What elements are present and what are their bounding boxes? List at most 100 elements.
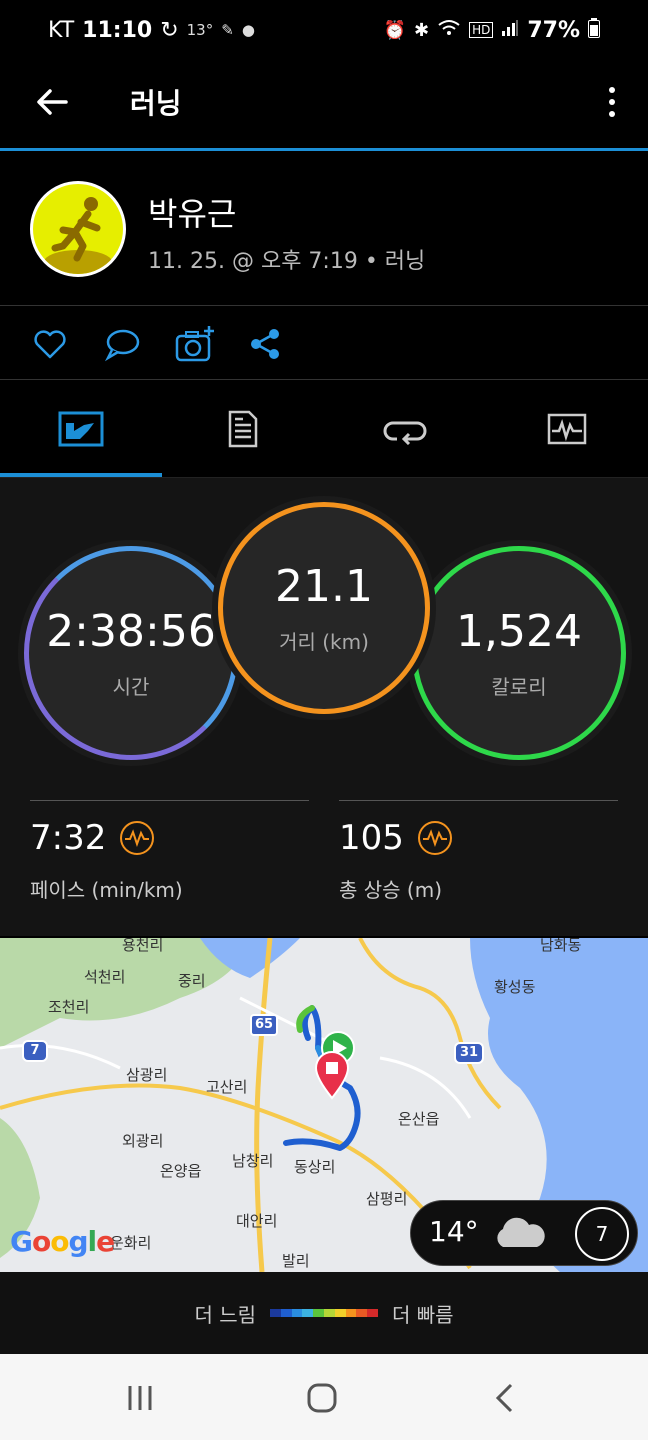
alarm-icon: ⏰ bbox=[383, 19, 406, 41]
temperature-label: 13° bbox=[186, 21, 214, 39]
wind-indicator: 7 bbox=[575, 1207, 629, 1261]
map-label: 황성동 bbox=[494, 978, 536, 996]
distance-label: 거리 (km) bbox=[279, 630, 369, 654]
pace-color-swatch bbox=[313, 1309, 324, 1317]
pace-color-swatch bbox=[270, 1309, 281, 1317]
comment-button[interactable] bbox=[102, 324, 142, 364]
home-button[interactable] bbox=[300, 1376, 344, 1420]
map-label: 남창리 bbox=[232, 1152, 274, 1170]
overview-chart-icon bbox=[58, 411, 104, 447]
action-bar bbox=[0, 306, 648, 380]
map-label: 삼광리 bbox=[126, 1066, 168, 1084]
tab-bar bbox=[0, 380, 648, 478]
pace-color-swatch bbox=[334, 1309, 346, 1317]
share-button[interactable] bbox=[246, 324, 286, 364]
stats-panel: 2:38:56 시간 1,524 칼로리 21.1 거리 (km) 7:32 페… bbox=[0, 478, 648, 936]
more-dot-icon bbox=[609, 87, 615, 93]
map-label: 중리 bbox=[178, 972, 206, 990]
pace-color-scale bbox=[270, 1309, 378, 1317]
pace-color-swatch bbox=[280, 1309, 292, 1317]
runner-icon bbox=[44, 197, 112, 274]
map-label: 석천리 bbox=[84, 968, 126, 986]
route-map[interactable]: 65 7 31 석천리 중리 조천리 삼광리 고산리 외광리 온양읍 남창리 동… bbox=[0, 938, 648, 1272]
loop-icon bbox=[383, 421, 427, 445]
pace-chart-icon bbox=[120, 821, 155, 855]
map-label: 운화리 bbox=[110, 1234, 152, 1252]
camera-plus-icon bbox=[175, 326, 214, 362]
tab-charts[interactable] bbox=[486, 380, 648, 478]
tab-overview[interactable] bbox=[0, 380, 162, 478]
map-label: 삼평리 bbox=[366, 1190, 408, 1208]
tab-details[interactable] bbox=[162, 380, 324, 478]
sync-icon: ↻ bbox=[160, 17, 179, 43]
legend-fast-label: 더 빠름 bbox=[392, 1302, 454, 1327]
chevron-left-icon bbox=[495, 1383, 513, 1413]
heart-icon bbox=[34, 330, 66, 359]
add-photo-button[interactable] bbox=[174, 324, 214, 364]
activity-header: 박유근 11. 25. @ 오후 7:19 • 러닝 bbox=[0, 151, 648, 306]
avatar[interactable] bbox=[30, 181, 126, 277]
road-shield-7: 7 bbox=[22, 1040, 48, 1062]
ascent-metric[interactable]: 105 총 상승 (m) bbox=[339, 818, 452, 903]
back-button[interactable] bbox=[30, 80, 74, 124]
more-dot-icon bbox=[609, 111, 615, 117]
pace-metric[interactable]: 7:32 페이스 (min/km) bbox=[30, 818, 183, 903]
map-label: 온양읍 bbox=[160, 1162, 202, 1180]
comment-icon bbox=[104, 329, 140, 362]
time-ring: 2:38:56 시간 bbox=[24, 546, 238, 760]
time-label: 시간 bbox=[112, 675, 150, 699]
map-label: 발리 bbox=[282, 1252, 310, 1270]
clock: 11:10 bbox=[82, 17, 153, 43]
dot-icon: ● bbox=[241, 21, 255, 39]
calories-ring: 1,524 칼로리 bbox=[412, 546, 626, 760]
document-icon bbox=[228, 410, 258, 448]
wifi-icon bbox=[437, 19, 461, 42]
map-label: 온산읍 bbox=[398, 1110, 440, 1128]
ascent-value: 105 bbox=[339, 818, 404, 858]
page-title: 러닝 bbox=[130, 87, 182, 120]
time-value: 2:38:56 bbox=[46, 606, 216, 657]
legend-slow-label: 더 느림 bbox=[194, 1302, 256, 1327]
tab-laps[interactable] bbox=[324, 380, 486, 478]
battery-icon bbox=[588, 17, 600, 43]
calories-label: 칼로리 bbox=[491, 675, 547, 699]
road-shield-31: 31 bbox=[454, 1042, 484, 1064]
divider bbox=[339, 800, 618, 801]
map-label: 조천리 bbox=[48, 998, 90, 1016]
pace-color-swatch bbox=[356, 1309, 368, 1317]
hd-icon: HD bbox=[469, 22, 494, 38]
map-label: 외광리 bbox=[122, 1132, 164, 1150]
app-bar: 러닝 bbox=[0, 60, 648, 150]
user-name[interactable]: 박유근 bbox=[148, 189, 236, 235]
carrier-label: KT bbox=[48, 17, 75, 43]
like-button[interactable] bbox=[30, 324, 70, 364]
more-options-button[interactable] bbox=[600, 80, 624, 124]
home-icon bbox=[307, 1383, 337, 1413]
weather-widget[interactable]: 14° 7 bbox=[410, 1200, 638, 1266]
map-label: 대안리 bbox=[236, 1212, 278, 1230]
activity-meta: 11. 25. @ 오후 7:19 • 러닝 bbox=[148, 249, 426, 274]
signal-icon bbox=[501, 19, 519, 42]
weather-temperature: 14° bbox=[429, 1215, 479, 1248]
divider bbox=[30, 800, 309, 801]
ascent-label: 총 상승 (m) bbox=[339, 878, 443, 902]
pace-label: 페이스 (min/km) bbox=[30, 878, 183, 902]
system-back-button[interactable] bbox=[482, 1376, 526, 1420]
battery-label: 77% bbox=[527, 17, 580, 43]
recent-apps-button[interactable] bbox=[118, 1376, 162, 1420]
ascent-chart-icon bbox=[417, 821, 452, 855]
back-arrow-icon bbox=[37, 89, 68, 115]
road-shield-65: 65 bbox=[250, 1014, 278, 1036]
distance-value: 21.1 bbox=[275, 561, 373, 612]
distance-ring: 21.1 거리 (km) bbox=[218, 502, 430, 714]
status-bar: KT 11:10 ↻ 13° ✎ ● ⏰ ✱ HD 77% bbox=[0, 0, 648, 60]
map-label: 용천리 bbox=[122, 938, 164, 954]
pace-color-swatch bbox=[323, 1309, 335, 1317]
google-logo: Google bbox=[10, 1225, 115, 1258]
more-dot-icon bbox=[609, 99, 615, 105]
active-tab-indicator bbox=[0, 473, 162, 477]
pace-color-swatch bbox=[291, 1309, 303, 1317]
map-label: 동상리 bbox=[294, 1158, 336, 1176]
calories-value: 1,524 bbox=[456, 606, 582, 657]
map-label: 고산리 bbox=[206, 1078, 248, 1096]
